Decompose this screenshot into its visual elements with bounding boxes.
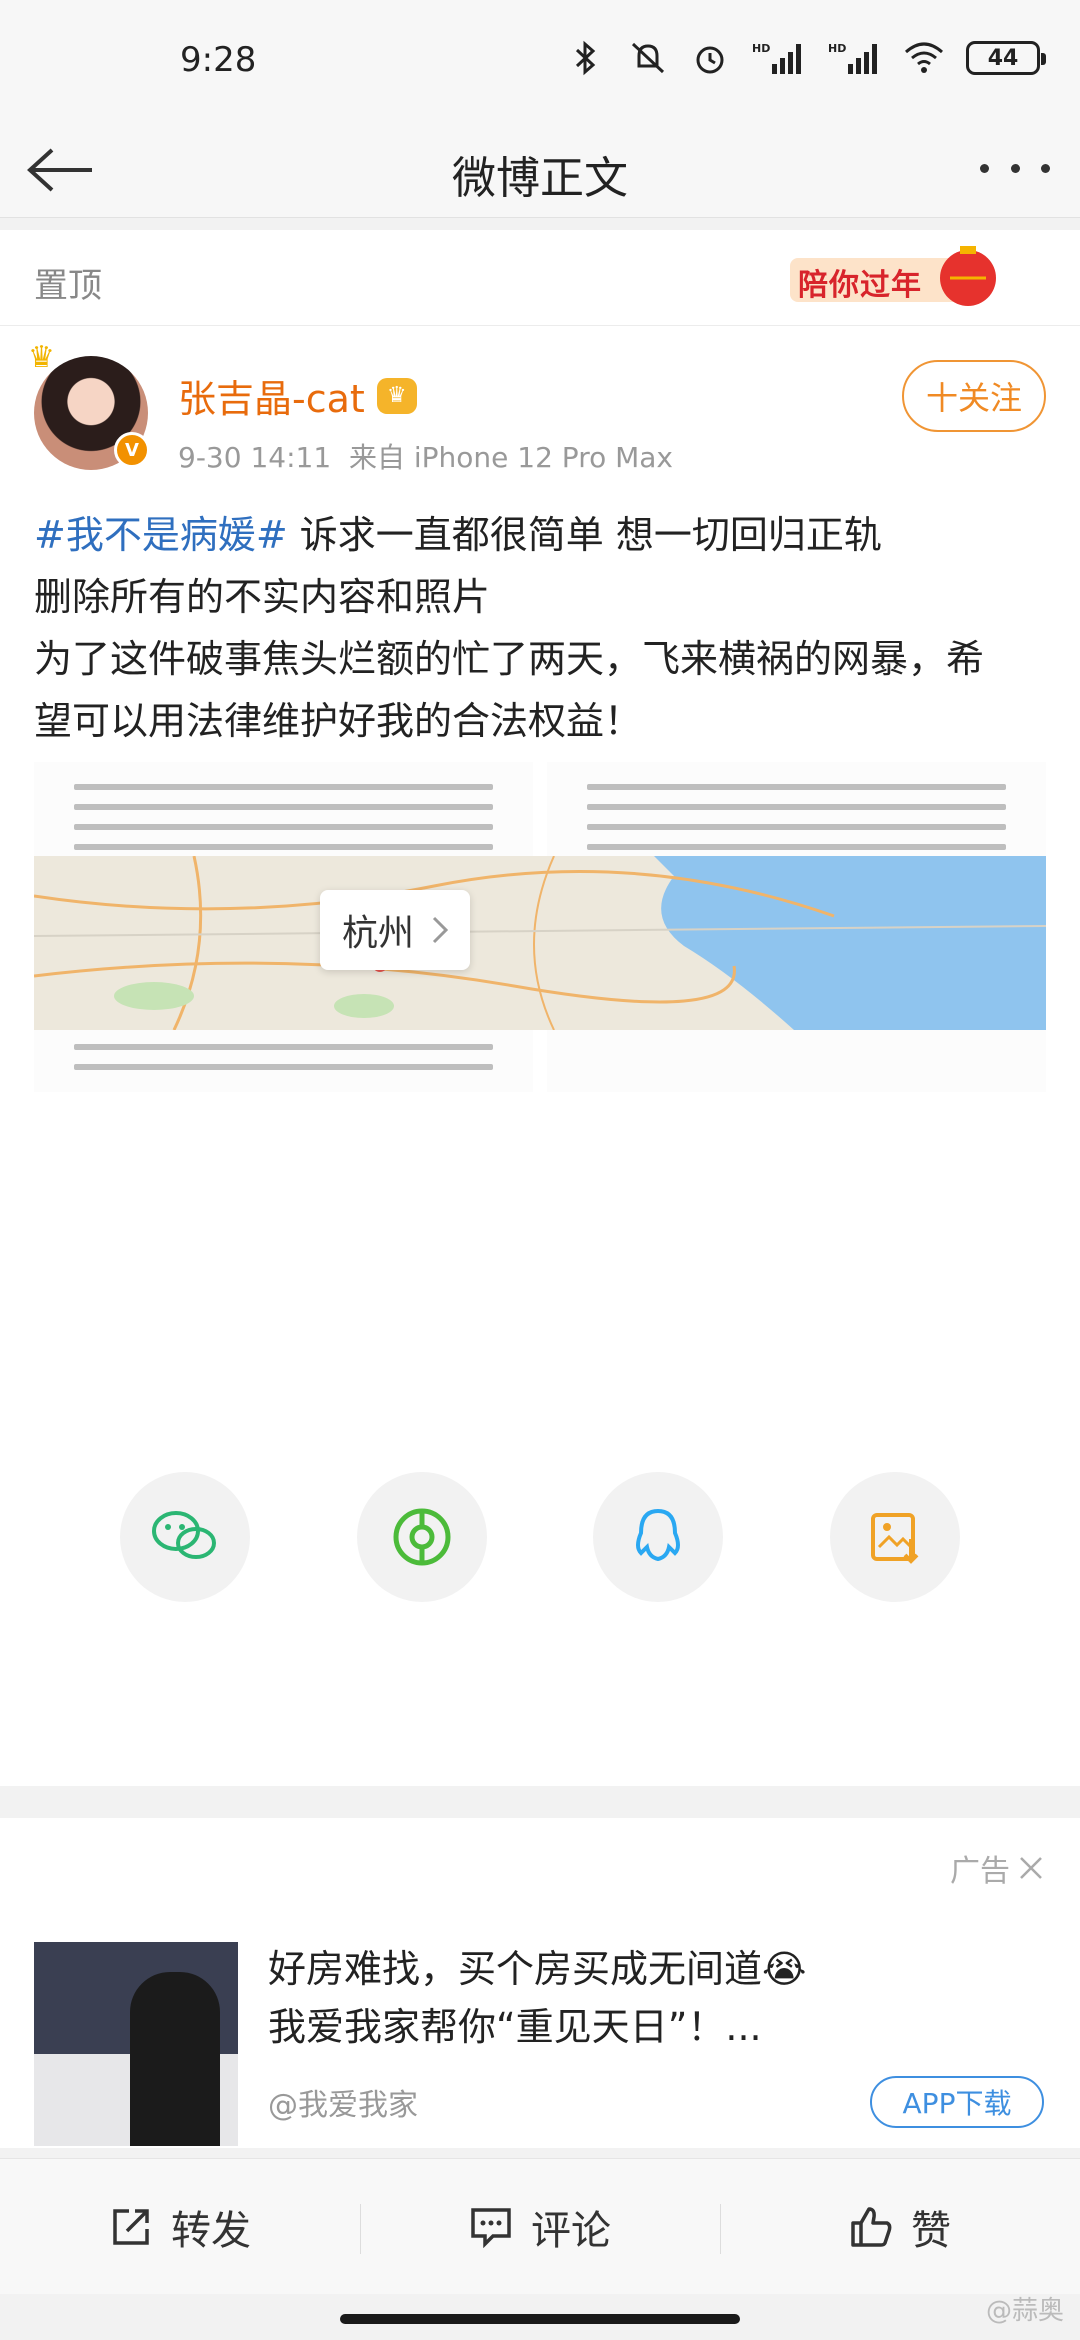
post-line-3: 为了这件破事焦头烂额的忙了两天，飞来横祸的网暴，希 bbox=[34, 637, 985, 681]
ad-card[interactable]: 广告 好房难找，买个房买成无间道😭 我爱我家帮你“重见天日”！... @我爱我家… bbox=[0, 1818, 1080, 2148]
like-button[interactable]: 赞 bbox=[720, 2198, 1080, 2256]
share-qq-button[interactable] bbox=[593, 1472, 724, 1602]
chevron-right-icon bbox=[432, 916, 449, 944]
more-options-icon[interactable] bbox=[980, 140, 1050, 196]
post-line-1: #我不是病媛# 诉求一直都很简单 想一切回归正轨 bbox=[34, 504, 1046, 566]
like-label: 赞 bbox=[911, 2207, 951, 2254]
ad-label: 广告 bbox=[950, 1854, 1010, 1889]
ad-tag[interactable]: 广告 bbox=[950, 1846, 1044, 1890]
pinned-bar: 置顶 陪你过年 bbox=[0, 230, 1080, 326]
post-time: 9-30 14:11 bbox=[178, 441, 332, 474]
bottom-action-bar: 转发 评论 赞 bbox=[0, 2158, 1080, 2294]
save-image-icon bbox=[870, 1513, 919, 1564]
wechat-icon bbox=[152, 1511, 216, 1559]
crown-icon: ♛ bbox=[28, 340, 55, 375]
bluetooth-icon bbox=[566, 38, 606, 78]
post-text: #我不是病媛# 诉求一直都很简单 想一切回归正轨 删除所有的不实内容和照片 为了… bbox=[34, 504, 1046, 752]
repost-button[interactable]: 转发 bbox=[0, 2198, 360, 2256]
ad-source[interactable]: @我爱我家 bbox=[268, 2080, 418, 2124]
follow-label: 十关注 bbox=[925, 379, 1022, 417]
post-line-1-text: 诉求一直都很简单 想一切回归正轨 bbox=[287, 513, 882, 557]
repost-label: 转发 bbox=[171, 2207, 251, 2254]
vip-crown-icon: ♛ bbox=[376, 377, 417, 414]
save-image-button[interactable] bbox=[829, 1472, 960, 1602]
post-line-2: 删除所有的不实内容和照片 bbox=[34, 575, 491, 619]
share-moments-button[interactable] bbox=[356, 1472, 487, 1602]
ad-title-line-2: 我爱我家帮你“重见天日”！... bbox=[268, 2005, 762, 2049]
battery-indicator: 44 bbox=[966, 41, 1046, 75]
follow-button[interactable]: 十关注 bbox=[902, 360, 1046, 432]
post-meta: 9-30 14:11 来自 iPhone 12 Pro Max bbox=[178, 436, 673, 476]
mute-bell-icon bbox=[628, 38, 668, 78]
post-line-4: 望可以用法律维护好我的合法权益！ bbox=[34, 699, 643, 743]
alarm-icon bbox=[690, 38, 730, 78]
status-bar: 9:28 HD HD 44 bbox=[0, 0, 1080, 118]
thumbs-up-icon bbox=[851, 2206, 892, 2247]
signal-icon-2: HD bbox=[828, 38, 882, 78]
ad-title-line-1: 好房难找，买个房买成无间道😭 bbox=[268, 1947, 807, 1991]
nav-bar: 微博正文 bbox=[0, 118, 1080, 218]
signal-icon-1: HD bbox=[752, 38, 806, 78]
verified-badge-icon: V bbox=[114, 432, 150, 468]
watermark: @蒜奥 bbox=[985, 2296, 1064, 2326]
svg-text:HD: HD bbox=[828, 42, 846, 55]
repost-icon bbox=[113, 2208, 149, 2245]
pinned-label: 置顶 bbox=[34, 266, 102, 306]
author-row: 张吉晶-cat ♛ bbox=[178, 368, 417, 423]
page-title: 微博正文 bbox=[452, 153, 628, 204]
city-chip[interactable]: 杭州 bbox=[320, 890, 471, 970]
svg-text:HD: HD bbox=[752, 42, 770, 55]
location-map[interactable]: 杭州 bbox=[34, 856, 1046, 1030]
share-wechat-button[interactable] bbox=[120, 1472, 250, 1602]
post-source: 来自 iPhone 12 Pro Max bbox=[348, 441, 674, 474]
new-year-badge[interactable]: 陪你过年 bbox=[790, 244, 1010, 314]
new-year-badge-text: 陪你过年 bbox=[798, 268, 922, 303]
status-icons: HD HD 44 bbox=[566, 38, 1046, 78]
post-card: ♛ V 张吉晶-cat ♛ 9-30 14:11 来自 iPhone 12 Pr… bbox=[0, 326, 1080, 1786]
city-name: 杭州 bbox=[342, 913, 415, 954]
share-row bbox=[120, 1472, 960, 1602]
status-time: 9:28 bbox=[180, 40, 257, 80]
comment-label: 评论 bbox=[531, 2207, 611, 2254]
close-icon[interactable] bbox=[1018, 1855, 1044, 1881]
author-name[interactable]: 张吉晶-cat bbox=[178, 368, 365, 423]
ad-title[interactable]: 好房难找，买个房买成无间道😭 我爱我家帮你“重见天日”！... bbox=[268, 1940, 1008, 2056]
comment-button[interactable]: 评论 bbox=[360, 2198, 720, 2256]
wifi-icon bbox=[904, 38, 944, 78]
qq-icon bbox=[636, 1508, 681, 1562]
avatar[interactable]: ♛ V bbox=[28, 340, 150, 470]
home-indicator[interactable] bbox=[340, 2314, 740, 2324]
ad-thumbnail[interactable] bbox=[34, 1942, 238, 2146]
hashtag-link[interactable]: #我不是病媛# bbox=[34, 513, 288, 557]
comment-icon bbox=[471, 2207, 511, 2248]
app-download-button[interactable]: APP下载 bbox=[870, 2076, 1044, 2128]
moments-icon bbox=[393, 1508, 451, 1566]
